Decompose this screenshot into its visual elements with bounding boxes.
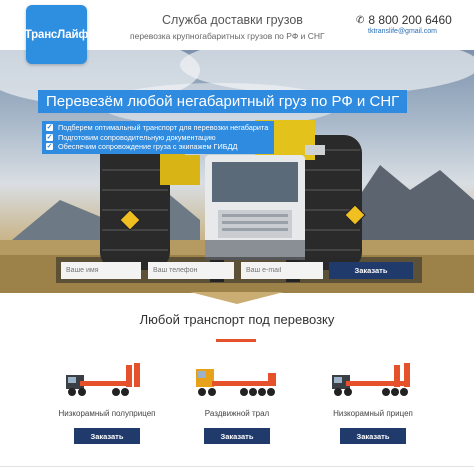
phone-text: 8 800 200 6460: [368, 13, 452, 27]
benefit-item: ✓ Подберем оптимальный транспорт для пер…: [46, 123, 268, 133]
hero-section: Перевезём любой негабаритный груз по РФ …: [0, 50, 474, 293]
site-title: Служба доставки грузов: [162, 13, 303, 27]
transport-name: Раздвижной трал: [204, 409, 270, 418]
logo-text: ТрансЛайф: [24, 28, 89, 41]
benefit-text: Подберем оптимальный транспорт для перев…: [58, 123, 269, 133]
transport-card-lowbed-trailer: Низкорамный прицеп Заказать: [308, 355, 438, 444]
name-input[interactable]: [61, 262, 141, 279]
site-header: ТрансЛайф Служба доставки грузов перевоз…: [0, 0, 474, 64]
order-button[interactable]: Заказать: [74, 428, 140, 444]
section-divider: [0, 466, 474, 467]
site-subtitle: перевозка крупногабаритных грузов по РФ …: [130, 31, 325, 41]
lowbed-trailer-image: [332, 363, 410, 396]
checkbox-icon: ✓: [46, 143, 53, 151]
hero-benefits-list: ✓ Подберем оптимальный транспорт для пер…: [42, 121, 275, 154]
transport-card-extendable-trailer: Раздвижной трал Заказать: [172, 355, 302, 444]
transport-section-title: Любой транспорт под перевозку: [139, 312, 335, 327]
order-button[interactable]: Заказать: [340, 428, 406, 444]
benefit-text: Обеспечим сопровождение груза с экипажем…: [58, 142, 238, 152]
order-form: Заказать: [56, 257, 422, 283]
benefit-item: ✓ Подготовим сопроводительную документац…: [46, 133, 268, 143]
benefit-text: Подготовим сопроводительную документацию: [58, 132, 216, 142]
hero-headline: Перевезём любой негабаритный груз по РФ …: [38, 90, 408, 113]
phone-input[interactable]: [148, 262, 234, 279]
hero-arrow-notch: [190, 292, 284, 304]
transport-card-lowbed-semitrailer: Низкорамный полуприцеп Заказать: [42, 355, 172, 444]
extendable-trailer-image: [196, 369, 276, 396]
checkbox-icon: ✓: [46, 133, 53, 141]
transport-name: Низкорамный полуприцеп: [58, 409, 156, 418]
transport-name: Низкорамный прицеп: [333, 409, 413, 418]
order-button[interactable]: Заказать: [204, 428, 270, 444]
order-submit-button[interactable]: Заказать: [329, 262, 413, 279]
semitrailer-image: [66, 363, 140, 396]
phone-number[interactable]: ✆ 8 800 200 6460: [356, 13, 452, 27]
email-input[interactable]: [241, 262, 323, 279]
logo[interactable]: ТрансЛайф: [24, 5, 89, 64]
phone-icon: ✆: [356, 14, 365, 26]
benefit-item: ✓ Обеспечим сопровождение груза с экипаж…: [46, 142, 268, 152]
title-accent-line: [216, 339, 256, 342]
checkbox-icon: ✓: [46, 124, 53, 132]
email-link[interactable]: tktranslife@gmail.com: [368, 28, 437, 35]
